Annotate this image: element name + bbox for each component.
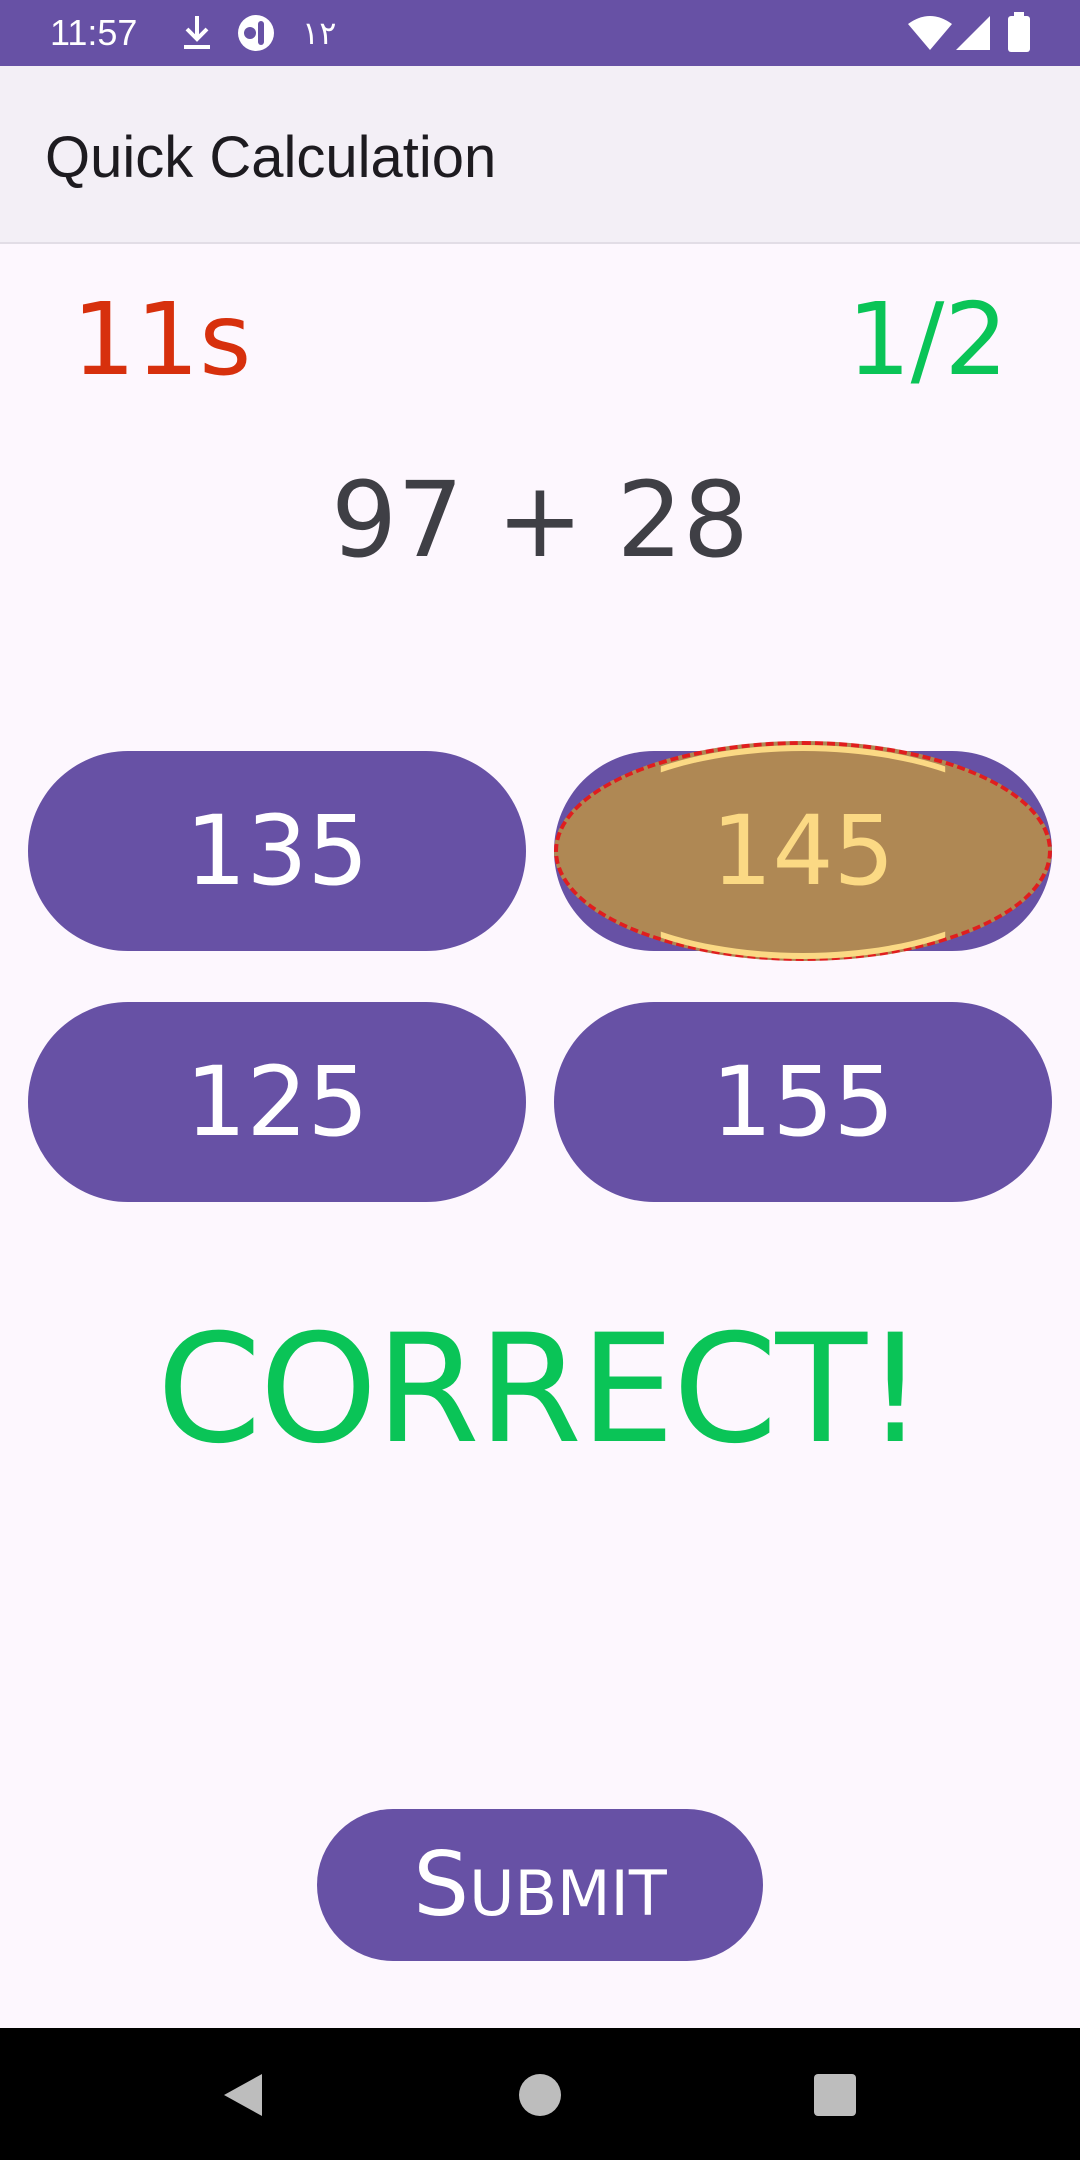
status-bar: 11:57 ١٢ (0, 0, 1080, 66)
navigation-bar (0, 2028, 1080, 2160)
home-icon[interactable] (518, 2073, 562, 2121)
question-text: 97 + 28 (331, 459, 749, 581)
wifi-icon (908, 16, 952, 54)
back-icon[interactable] (222, 2072, 264, 2122)
signal-icon (956, 16, 990, 54)
feedback-text: CORRECT! (156, 1303, 926, 1477)
question-progress: 1/2 (847, 281, 1008, 398)
option-button-1[interactable]: 135 (28, 751, 526, 951)
app-bar: Quick Calculation (0, 66, 1080, 244)
timer-text: 11s (72, 281, 252, 398)
status-time: 11:57 (50, 12, 138, 53)
notification-app-icon (236, 13, 276, 57)
recents-icon[interactable] (814, 2074, 856, 2120)
battery-icon (1008, 12, 1030, 56)
option-button-4[interactable]: 155 (554, 1002, 1052, 1202)
option-button-2[interactable] (554, 751, 1052, 951)
download-icon (180, 14, 214, 56)
submit-button[interactable]: Submit (317, 1809, 763, 1961)
app-title: Quick Calculation (45, 125, 497, 190)
option-button-3[interactable]: 125 (28, 1002, 526, 1202)
status-arabic-text: ١٢ (302, 14, 337, 52)
